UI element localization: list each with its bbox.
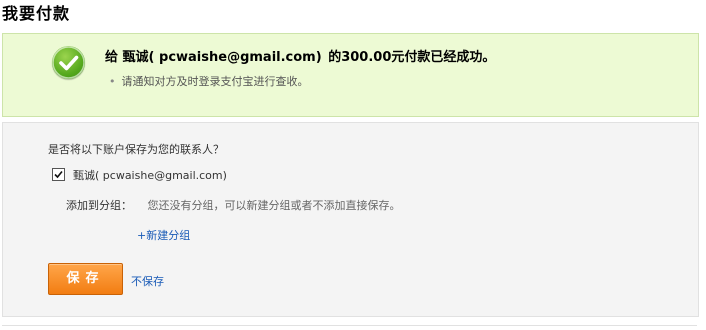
dont-save-link[interactable]: 不保存 xyxy=(131,273,164,289)
save-button[interactable]: 保存 xyxy=(48,263,123,295)
checkbox-checked-icon[interactable] xyxy=(52,168,65,181)
new-group-link[interactable]: +新建分组 xyxy=(137,227,190,243)
success-panel: 给 甄诚( pcwaishe@gmail.com) 的300.00元付款已经成功… xyxy=(2,33,699,117)
contact-checkbox-row[interactable]: 甄诚( pcwaishe@gmail.com) xyxy=(52,167,227,183)
page-title: 我要付款 xyxy=(2,4,71,23)
payee-name: 甄诚( pcwaishe@gmail.com) xyxy=(122,50,322,65)
contact-label: 甄诚( pcwaishe@gmail.com) xyxy=(73,169,227,182)
group-hint: 您还没有分组，可以新建分组或者不添加直接保存。 xyxy=(147,199,401,212)
group-label: 添加到分组： xyxy=(66,199,132,212)
success-prefix: 给 xyxy=(105,50,119,65)
notify-text: • 请通知对方及时登录支付宝进行查收。 xyxy=(109,75,309,88)
save-contact-panel: 是否将以下账户保存为您的联系人？ 甄诚( pcwaishe@gmail.com)… xyxy=(2,122,699,317)
bullet-icon: • xyxy=(109,75,116,88)
divider xyxy=(2,325,697,326)
group-row: 添加到分组： 您还没有分组，可以新建分组或者不添加直接保存。 xyxy=(66,197,401,213)
payment-amount: 的300.00元付款已经成功。 xyxy=(328,50,496,65)
save-contact-question: 是否将以下账户保存为您的联系人？ xyxy=(48,143,224,156)
success-message: 给 甄诚( pcwaishe@gmail.com) 的300.00元付款已经成功… xyxy=(105,46,497,65)
check-circle-icon xyxy=(52,46,85,79)
